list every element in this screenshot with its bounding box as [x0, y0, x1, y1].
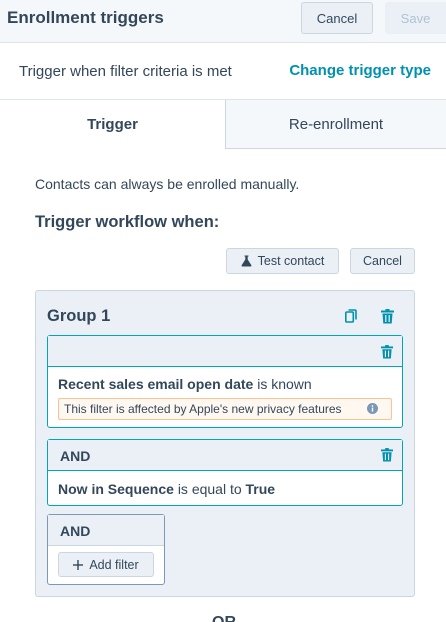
save-button[interactable]: Save	[385, 2, 446, 34]
filter-card-header	[48, 336, 402, 367]
info-icon[interactable]	[367, 403, 378, 414]
manual-enroll-note: Contacts can always be enrolled manually…	[35, 176, 300, 192]
and-connector-label: AND	[60, 523, 91, 539]
cancel-test-button[interactable]: Cancel	[350, 248, 415, 274]
filter-operator: is known	[257, 376, 312, 392]
tab-trigger[interactable]: Trigger	[0, 100, 226, 149]
tab-bar: Trigger Re-enrollment	[0, 100, 446, 149]
add-filter-label: Add filter	[89, 557, 139, 572]
filter-value: True	[245, 481, 276, 497]
page-title: Enrollment triggers	[7, 8, 164, 27]
privacy-warning: This filter is affected by Apple's new p…	[58, 398, 392, 420]
filter-card-header: AND	[48, 440, 402, 471]
trigger-type-row: Trigger when filter criteria is met Chan…	[0, 43, 446, 100]
header: Enrollment triggers Cancel Save	[0, 0, 446, 43]
cancel-button[interactable]: Cancel	[301, 2, 373, 34]
group-title: Group 1	[47, 307, 111, 325]
delete-group-trash-icon[interactable]	[379, 307, 395, 325]
filter-description: Now in Sequence is equal to True	[58, 481, 275, 497]
privacy-warning-text: This filter is affected by Apple's new p…	[64, 402, 342, 416]
change-trigger-type-link[interactable]: Change trigger type	[289, 62, 431, 79]
copy-icon[interactable]	[343, 307, 359, 325]
filter-group: Group 1 Recent sales email open date is …	[35, 290, 415, 597]
filter-property: Now in Sequence	[58, 481, 174, 497]
add-filter-block: AND Add filter	[47, 514, 165, 585]
plus-icon	[73, 559, 84, 570]
filter-operator: is equal to	[177, 481, 242, 497]
tab-re-enrollment[interactable]: Re-enrollment	[226, 100, 446, 149]
test-contact-label: Test contact	[257, 254, 325, 268]
filter-property: Recent sales email open date	[58, 376, 254, 392]
or-connector-label: OR	[212, 614, 236, 622]
add-filter-button[interactable]: Add filter	[58, 552, 154, 577]
delete-filter-trash-icon[interactable]	[380, 344, 394, 360]
section-title: Trigger workflow when:	[35, 213, 220, 231]
test-contact-button[interactable]: Test contact	[226, 248, 339, 274]
trigger-type-text: Trigger when filter criteria is met	[19, 63, 232, 80]
delete-filter-trash-icon[interactable]	[380, 447, 394, 463]
filter-card[interactable]: AND Now in Sequence is equal to True	[47, 439, 403, 506]
filter-card[interactable]: Recent sales email open date is known Th…	[47, 335, 403, 428]
add-filter-block-header: AND	[48, 515, 164, 546]
filter-description: Recent sales email open date is known	[58, 376, 312, 392]
and-connector-label: AND	[60, 448, 91, 464]
flask-icon	[241, 255, 252, 267]
